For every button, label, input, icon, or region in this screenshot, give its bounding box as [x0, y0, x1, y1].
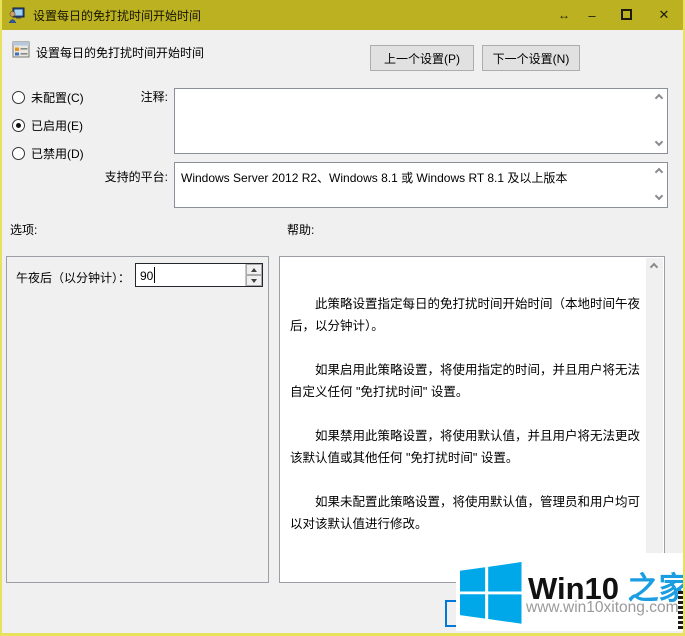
- setting-icon: [12, 41, 30, 58]
- brand-url: www.win10xitong.com: [526, 599, 678, 617]
- watermark-edge-strip: [678, 591, 685, 629]
- platforms-value: Windows Server 2012 R2、Windows 8.1 或 Win…: [181, 171, 567, 185]
- help-panel: 此策略设置指定每日的免打扰时间开始时间（本地时间午夜后，以分钟计）。 如果启用此…: [279, 256, 665, 583]
- minutes-value: 90: [140, 269, 153, 283]
- windows-logo-icon: [460, 561, 522, 625]
- radio-disabled[interactable]: 已禁用(D): [12, 146, 84, 160]
- radio-label: 已禁用(D): [31, 145, 84, 162]
- scroll-down-icon[interactable]: [655, 140, 664, 149]
- setting-name: 设置每日的免打扰时间开始时间: [36, 44, 204, 61]
- platforms-label: 支持的平台:: [58, 168, 168, 185]
- text-caret: [154, 267, 155, 283]
- group-policy-icon: [8, 7, 25, 23]
- help-paragraph: 如果未配置此策略设置，将使用默认值，管理员和用户均可以对该默认值进行修改。: [290, 491, 640, 535]
- spin-up-button[interactable]: [246, 264, 262, 275]
- previous-setting-button[interactable]: 上一个设置(P): [370, 45, 474, 71]
- platforms-textbox[interactable]: Windows Server 2012 R2、Windows 8.1 或 Win…: [174, 162, 668, 208]
- caption-buttons: ↔ – ✕: [551, 0, 683, 30]
- radio-label: 已启用(E): [31, 117, 83, 134]
- maximize-button[interactable]: [607, 8, 645, 23]
- scroll-up-icon[interactable]: [650, 262, 659, 271]
- comment-label: 注释:: [58, 88, 168, 105]
- radio-enabled[interactable]: 已启用(E): [12, 118, 83, 132]
- minimize-button[interactable]: –: [577, 8, 607, 23]
- help-paragraph: 此策略设置指定每日的免打扰时间开始时间（本地时间午夜后，以分钟计）。: [290, 293, 640, 337]
- minutes-input[interactable]: 90: [136, 264, 245, 286]
- next-setting-button[interactable]: 下一个设置(N): [482, 45, 580, 71]
- down-arrow-icon: [251, 279, 257, 283]
- maximize-icon: [621, 9, 632, 20]
- help-scrollbar[interactable]: [646, 258, 663, 581]
- radio-circle: [12, 91, 25, 104]
- options-panel: 午夜后（以分钟计）： 90: [6, 256, 269, 583]
- minutes-after-midnight-label: 午夜后（以分钟计）：: [16, 269, 130, 286]
- help-section-label: 帮助:: [287, 221, 314, 238]
- policy-setting-dialog: 设置每日的免打扰时间开始时间 ↔ – ✕ 设置每日的免打扰时间开始时间 上一个设…: [0, 0, 685, 636]
- minutes-spinner[interactable]: 90: [135, 263, 263, 287]
- options-section-label: 选项:: [10, 221, 37, 238]
- help-paragraph: 如果禁用此策略设置，将使用默认值，并且用户将无法更改该默认值或其他任何 "免打扰…: [290, 425, 640, 469]
- spinner-buttons: [245, 264, 262, 286]
- scroll-down-icon[interactable]: [655, 194, 664, 203]
- up-arrow-icon: [251, 268, 257, 272]
- help-paragraph: 如果启用此策略设置，将使用指定的时间，并且用户将无法自定义任何 "免打扰时间" …: [290, 359, 640, 403]
- radio-circle: [12, 147, 25, 160]
- window-title: 设置每日的免打扰时间开始时间: [33, 7, 201, 24]
- resize-icon[interactable]: ↔: [551, 8, 577, 22]
- spin-down-button[interactable]: [246, 275, 262, 286]
- radio-circle-checked: [12, 119, 25, 132]
- win10xitong-watermark: Win10 之家 www.win10xitong.com: [456, 553, 685, 631]
- comment-textarea[interactable]: [174, 88, 668, 154]
- scroll-up-icon[interactable]: [655, 167, 664, 176]
- help-text: 此策略设置指定每日的免打扰时间开始时间（本地时间午夜后，以分钟计）。 如果启用此…: [290, 293, 640, 557]
- scroll-up-icon[interactable]: [655, 93, 664, 102]
- close-button[interactable]: ✕: [645, 7, 683, 23]
